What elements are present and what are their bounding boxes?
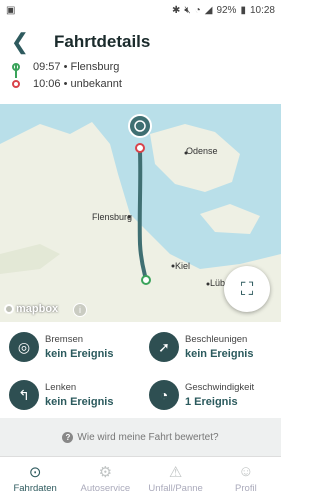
accident-icon: ⚠ <box>168 464 183 481</box>
timeline-start-row: 09:57 • Flensburg <box>0 58 281 76</box>
rocket-icon: ➚ <box>149 332 179 362</box>
mute-icon: 🔇︎ <box>184 4 191 16</box>
timeline-start-text: 09:57 • Flensburg <box>33 61 120 73</box>
gallery-notification-icon: ▣ <box>6 4 16 16</box>
timeline-end-text: 10:06 • unbekannt <box>33 78 122 90</box>
event-lenken: ↰ Lenken kein Ereignis <box>0 372 140 418</box>
event-label: Bremsen <box>45 334 84 345</box>
map-label-odense: Odense <box>186 146 218 156</box>
turn-arrow-icon: ↰ <box>9 380 39 410</box>
mapbox-attribution[interactable]: mapbox <box>4 303 58 315</box>
timeline-connector <box>15 64 17 78</box>
steering-wheel-icon: ⊙ <box>28 464 42 481</box>
info-icon: i <box>79 305 81 315</box>
nav-label: Autoservice <box>80 483 131 494</box>
chevron-left-icon: ❮ <box>10 29 30 54</box>
profile-icon: ☺ <box>238 463 254 480</box>
map-info-button[interactable]: i <box>73 303 87 317</box>
nav-fahrdaten[interactable]: ⊙ Fahrdaten <box>0 457 70 500</box>
nav-label: Fahrdaten <box>13 483 57 494</box>
mapbox-logo-icon <box>4 304 14 314</box>
event-label: Geschwindigkeit <box>185 382 255 393</box>
trip-timeline: 09:57 • Flensburg 10:06 • unbekannt <box>0 61 281 104</box>
timeline-end-row: 10:06 • unbekannt <box>0 75 281 93</box>
brake-icon: ◎ <box>9 332 39 362</box>
nav-unfall-panne[interactable]: ⚠ Unfall/Panne <box>141 457 211 500</box>
event-value: 1 Ereignis <box>185 396 238 408</box>
nav-profil[interactable]: ☺ Profil <box>211 457 281 500</box>
clock: 10:28 <box>249 4 275 16</box>
signal-icon: ◢ <box>204 4 213 16</box>
map-label-flensburg: Flensburg <box>92 212 132 222</box>
event-value: kein Ereignis <box>45 348 114 360</box>
bottom-navigation: ⊙ Fahrdaten ⚙ Autoservice ⚠ Unfall/Panne… <box>0 456 281 500</box>
mapbox-label: mapbox <box>16 303 59 315</box>
end-marker-icon <box>12 80 20 88</box>
map-label-kiel: Kiel <box>175 261 190 271</box>
event-value: kein Ereignis <box>185 348 254 360</box>
rating-info-text: Wie wird meine Fahrt bewertet? <box>77 431 219 443</box>
driving-events: ◎ Bremsen kein Ereignis ➚ Beschleunigen … <box>0 322 281 418</box>
event-beschleunigen: ➚ Beschleunigen kein Ereignis <box>140 324 280 370</box>
speedometer-icon: ◔ <box>149 380 179 410</box>
battery-level: 92% <box>216 4 237 16</box>
event-bremsen: ◎ Bremsen kein Ereignis <box>0 324 140 370</box>
nav-autoservice[interactable]: ⚙ Autoservice <box>70 457 140 500</box>
event-value: kein Ereignis <box>45 396 114 408</box>
wifi-icon: ◔ <box>194 4 201 16</box>
help-icon: ? <box>62 431 74 443</box>
event-geschwindigkeit: ◔ Geschwindigkeit 1 Ereignis <box>140 372 280 418</box>
car-service-icon: ⚙ <box>98 464 113 481</box>
rating-info-link[interactable]: ? Wie wird meine Fahrt bewertet? <box>0 418 281 456</box>
event-label: Lenken <box>45 382 77 393</box>
page-title: Fahrtdetails <box>54 32 151 51</box>
battery-icon: ▮ <box>240 4 246 16</box>
nav-label: Profil <box>235 483 257 494</box>
status-bar: ▣ ✱ 🔇︎ ◔ ◢ 92% ▮ 10:28 <box>0 0 281 20</box>
event-label: Beschleunigen <box>185 334 248 345</box>
fullscreen-button[interactable]: ⛶ <box>224 266 270 312</box>
nav-label: Unfall/Panne <box>148 483 203 494</box>
expand-icon: ⛶ <box>240 278 254 299</box>
bluetooth-icon: ✱ <box>171 4 181 16</box>
